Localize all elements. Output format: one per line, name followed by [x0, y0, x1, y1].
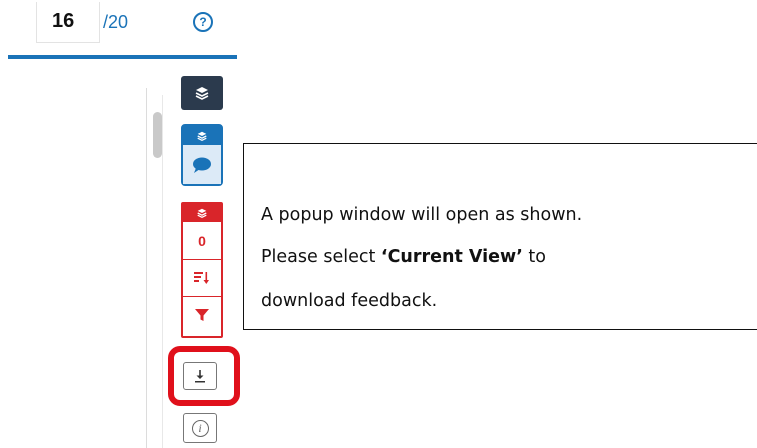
filter-button[interactable] [183, 296, 221, 333]
comments-group [181, 124, 223, 186]
comment-icon [193, 157, 211, 173]
feedback-layer-toggle[interactable] [183, 204, 221, 222]
info-icon: i [191, 419, 209, 437]
feedback-count-button[interactable]: 0 [183, 222, 221, 259]
current-page-number[interactable]: 16 [52, 10, 74, 33]
total-pages: /20 [103, 12, 129, 32]
instruction-line-2-suffix: to [522, 247, 546, 267]
layers-icon [197, 208, 207, 218]
instruction-callout: A popup window will open as shown. Pleas… [243, 143, 757, 330]
info-button[interactable]: i [183, 413, 217, 443]
instruction-line-2-prefix: Please select [261, 247, 381, 267]
scrollbar-track [162, 95, 163, 448]
instruction-line-2: Please select ‘Current View’ to [261, 247, 546, 267]
download-button[interactable] [183, 362, 217, 390]
panel-divider [146, 88, 147, 448]
instruction-line-3: download feedback. [261, 291, 438, 311]
sort-icon [194, 272, 209, 284]
scrollbar-thumb[interactable] [153, 112, 162, 158]
instruction-line-1: A popup window will open as shown. [261, 205, 583, 225]
feedback-count: 0 [198, 232, 206, 249]
comments-layer-toggle[interactable] [183, 126, 221, 145]
sort-button[interactable] [183, 259, 221, 296]
filter-icon [195, 309, 209, 321]
download-icon [195, 370, 205, 383]
instruction-current-view: ‘Current View’ [380, 247, 523, 267]
active-tab-underline [8, 55, 237, 59]
layers-button[interactable] [181, 76, 223, 110]
layers-icon [195, 87, 209, 100]
help-icon[interactable]: ? [193, 12, 213, 32]
comment-button[interactable] [183, 145, 221, 184]
feedback-group: 0 [181, 202, 223, 338]
layers-icon [197, 131, 207, 141]
